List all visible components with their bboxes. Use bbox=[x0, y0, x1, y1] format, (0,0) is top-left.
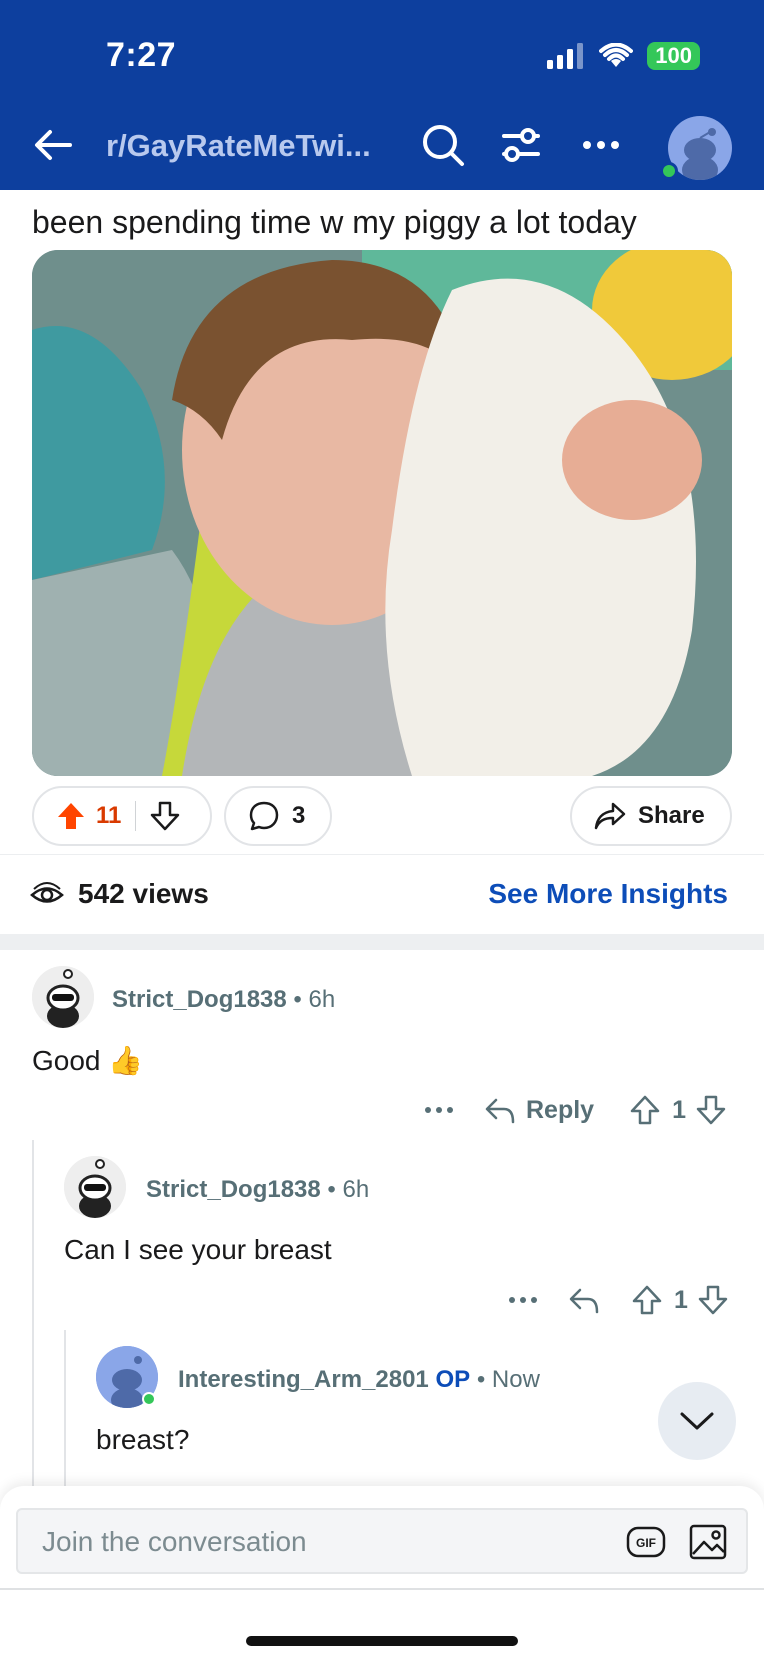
divider bbox=[0, 854, 764, 855]
vote-divider bbox=[135, 801, 137, 831]
meta-separator: • bbox=[476, 1366, 486, 1393]
nav-bar: r/GayRateMeTwi... bbox=[0, 110, 764, 180]
comment-score: 1 bbox=[674, 1285, 688, 1314]
views-count: 542 views bbox=[78, 878, 209, 909]
status-icons: 100 bbox=[547, 42, 700, 70]
more-options-icon[interactable] bbox=[508, 1295, 538, 1305]
image-upload-icon[interactable] bbox=[688, 1522, 728, 1562]
comment-count: 3 bbox=[292, 802, 306, 829]
filter-sliders-icon[interactable] bbox=[498, 122, 544, 168]
downvote-icon[interactable] bbox=[698, 1285, 728, 1315]
section-divider bbox=[0, 934, 764, 950]
comment-time: 6h bbox=[308, 986, 336, 1013]
chevron-down-icon bbox=[680, 1412, 714, 1430]
back-arrow-icon[interactable] bbox=[30, 122, 76, 168]
comment-time: 6h bbox=[342, 1176, 370, 1203]
comment-username[interactable]: Strict_Dog1838 bbox=[112, 986, 287, 1013]
reply-button[interactable]: Reply bbox=[526, 1096, 594, 1125]
comment-username[interactable]: Strict_Dog1838 bbox=[146, 1176, 321, 1203]
post-title[interactable]: been spending time w my piggy a lot toda… bbox=[32, 204, 637, 241]
comment-meta: Strict_Dog1838 • 6h bbox=[146, 1176, 369, 1204]
comment-body: breast? bbox=[96, 1424, 190, 1455]
vote-control: 11 bbox=[32, 786, 212, 846]
home-indicator[interactable] bbox=[246, 1636, 518, 1646]
divider bbox=[0, 1588, 764, 1590]
upvote-count: 11 bbox=[96, 802, 122, 829]
search-icon[interactable] bbox=[420, 122, 466, 168]
comment-actions: 1 bbox=[508, 1280, 728, 1320]
snoo-sunglasses-avatar-icon bbox=[32, 966, 94, 1028]
insights-row: 542 views See More Insights bbox=[0, 868, 764, 922]
share-button[interactable]: Share bbox=[570, 786, 732, 846]
cellular-signal-icon bbox=[547, 43, 584, 69]
commenter-avatar[interactable] bbox=[64, 1156, 126, 1218]
upvote-icon[interactable] bbox=[632, 1285, 662, 1315]
share-arrow-icon bbox=[594, 802, 626, 830]
comment-actions: Reply 1 bbox=[424, 1090, 726, 1130]
snoo-sunglasses-avatar-icon bbox=[64, 1156, 126, 1218]
meta-separator: • bbox=[327, 1176, 336, 1203]
meta-separator: • bbox=[293, 986, 302, 1013]
reply-icon[interactable] bbox=[568, 1286, 600, 1314]
comment-input[interactable]: Join the conversation GIF bbox=[16, 1508, 748, 1574]
downvote-icon[interactable] bbox=[150, 801, 180, 831]
post-action-bar: 11 3 Share bbox=[32, 786, 732, 846]
views-eye-icon bbox=[30, 882, 64, 903]
comment-input-placeholder: Join the conversation bbox=[42, 1526, 307, 1557]
online-status-dot bbox=[142, 1392, 156, 1406]
comment-bubble-icon bbox=[249, 801, 279, 831]
share-label: Share bbox=[638, 802, 705, 829]
reply-icon[interactable] bbox=[484, 1096, 516, 1124]
status-time: 7:27 bbox=[106, 36, 177, 74]
comment-meta: Interesting_Arm_2801 OP • Now bbox=[178, 1366, 540, 1394]
online-status-dot bbox=[660, 162, 678, 180]
more-options-icon[interactable] bbox=[578, 122, 624, 168]
commenter-avatar[interactable] bbox=[32, 966, 94, 1028]
comment-body: Can I see your breast bbox=[64, 1234, 332, 1265]
gif-icon[interactable]: GIF bbox=[626, 1522, 666, 1562]
subreddit-name[interactable]: r/GayRateMeTwi... bbox=[106, 128, 371, 164]
thread-line[interactable] bbox=[64, 1330, 66, 1486]
wifi-icon bbox=[599, 43, 634, 67]
comment-time: Now bbox=[491, 1366, 540, 1393]
post-image[interactable] bbox=[32, 250, 732, 776]
battery-indicator: 100 bbox=[647, 42, 700, 70]
comment-meta: Strict_Dog1838 • 6h bbox=[112, 986, 335, 1014]
thread-line[interactable] bbox=[32, 1140, 34, 1486]
post-photo bbox=[32, 250, 732, 776]
see-more-insights-link[interactable]: See More Insights bbox=[488, 878, 728, 910]
comments-button[interactable]: 3 bbox=[224, 786, 332, 846]
comment-username[interactable]: Interesting_Arm_2801 bbox=[178, 1366, 429, 1393]
comment-score: 1 bbox=[672, 1095, 686, 1124]
comment-body: Good 👍 bbox=[32, 1045, 144, 1076]
upvote-filled-icon[interactable] bbox=[56, 801, 86, 831]
gif-label: GIF bbox=[636, 1536, 656, 1550]
scroll-to-next-button[interactable] bbox=[658, 1382, 736, 1460]
app-header: 7:27 100 r/GayRateMeTwi... bbox=[0, 0, 764, 190]
comment-composer: Join the conversation GIF bbox=[0, 1486, 764, 1656]
op-badge: OP bbox=[435, 1366, 471, 1393]
upvote-icon[interactable] bbox=[630, 1095, 660, 1125]
downvote-icon[interactable] bbox=[696, 1095, 726, 1125]
more-options-icon[interactable] bbox=[424, 1105, 454, 1115]
